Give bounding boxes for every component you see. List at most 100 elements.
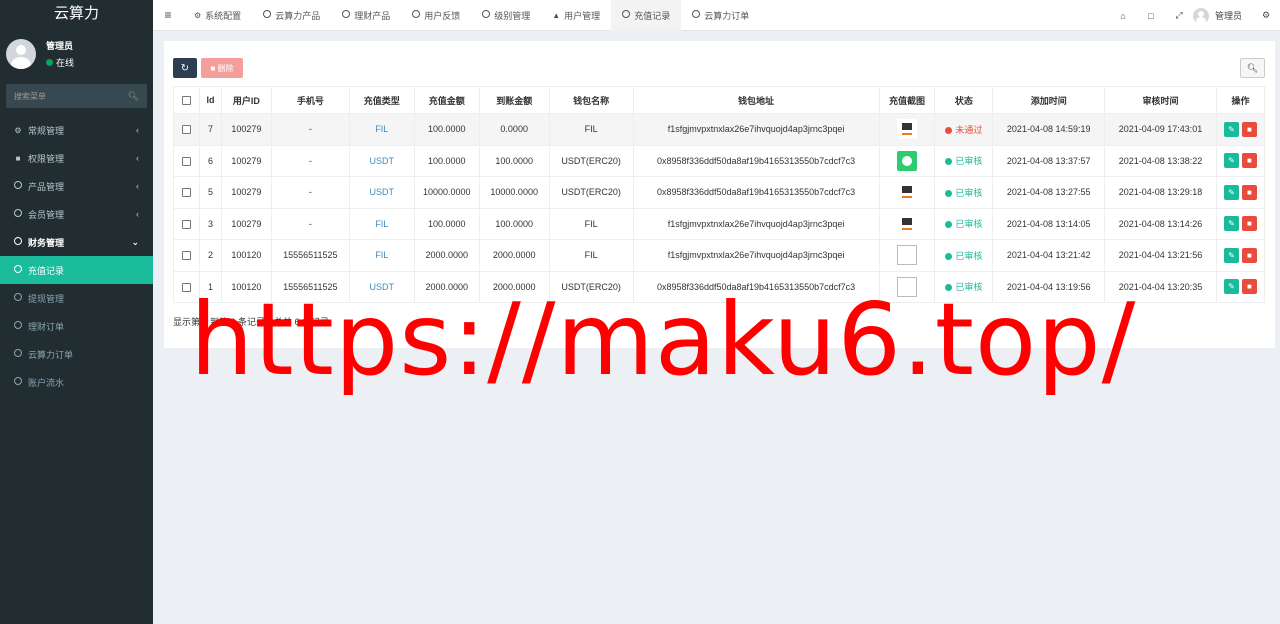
screenshot-thumbnail[interactable] <box>896 245 917 266</box>
col-type[interactable]: 充值类型 <box>348 86 415 114</box>
cell-screenshot[interactable] <box>878 176 936 209</box>
col-reviewed[interactable]: 审核时间 <box>1104 86 1217 114</box>
sidebar-item-auth[interactable]: ■ 权限管理 ‹ <box>0 144 153 172</box>
avatar[interactable] <box>1192 7 1209 24</box>
screenshot-thumbnail[interactable] <box>896 182 917 203</box>
admin-name[interactable]: 管理员 <box>1215 9 1242 22</box>
app-brand[interactable]: 云算力 <box>0 0 153 30</box>
col-wallet[interactable]: 钱包名称 <box>548 86 634 114</box>
tab-feedback[interactable]: 用户反馈 <box>401 0 471 31</box>
col-address[interactable]: 钱包地址 <box>632 86 880 114</box>
edit-button[interactable]: ✎ <box>1223 247 1239 263</box>
cell-screenshot[interactable] <box>878 207 936 240</box>
edit-button[interactable]: ✎ <box>1223 121 1239 137</box>
user-icon: ▲ <box>552 10 561 20</box>
trash-icon[interactable]: □ <box>1137 11 1165 21</box>
cell-type-link[interactable]: FIL <box>348 207 415 240</box>
delete-row-button[interactable]: ■ <box>1241 279 1257 295</box>
cell-status: 已审核 <box>934 144 994 177</box>
settings-icon[interactable]: ⚙ <box>1252 10 1280 21</box>
col-amount[interactable]: 充值金额 <box>413 86 480 114</box>
col-screenshot[interactable]: 充值截图 <box>878 86 936 114</box>
col-user-id[interactable]: 用户ID <box>220 86 272 114</box>
delete-row-button[interactable]: ■ <box>1241 216 1257 232</box>
row-checkbox[interactable] <box>173 239 200 272</box>
row-checkbox[interactable] <box>173 207 200 240</box>
sidebar-item-cloud-orders[interactable]: 云算力订单 <box>0 340 153 368</box>
col-received[interactable]: 到账金额 <box>478 86 550 114</box>
home-icon[interactable]: ⌂ <box>1109 11 1137 21</box>
col-phone[interactable]: 手机号 <box>270 86 350 114</box>
tab-cloud-products[interactable]: 云算力产品 <box>252 0 331 31</box>
table-row[interactable]: 2 100120 15556511525 FIL 2000.0000 2000.0000 F… <box>173 239 1266 272</box>
circle-icon <box>412 10 421 18</box>
tab-finance-products[interactable]: 理财产品 <box>331 0 401 31</box>
col-status[interactable]: 状态 <box>934 86 994 114</box>
edit-button[interactable]: ✎ <box>1223 153 1239 169</box>
cell-added: 2021-04-08 14:59:19 <box>992 113 1106 146</box>
cell-type-link[interactable]: FIL <box>348 239 415 272</box>
tab-label: 用户反馈 <box>424 10 461 21</box>
row-checkbox[interactable] <box>173 144 200 177</box>
cell-screenshot[interactable] <box>878 144 936 177</box>
edit-button[interactable]: ✎ <box>1223 184 1239 200</box>
delete-row-button[interactable]: ■ <box>1241 184 1257 200</box>
cell-screenshot[interactable] <box>878 239 936 272</box>
cell-actions: ✎ ■ <box>1215 113 1266 146</box>
tab-levels[interactable]: 级别管理 <box>471 0 541 31</box>
tab-cloud-orders[interactable]: 云算力订单 <box>681 0 760 31</box>
screenshot-thumbnail[interactable] <box>896 213 917 234</box>
cell-phone: - <box>270 176 350 209</box>
tab-users[interactable]: ▲ 用户管理 <box>541 0 611 31</box>
sidebar-item-withdrawals[interactable]: 提现管理 <box>0 284 153 312</box>
status-dot-icon <box>945 126 953 134</box>
delete-row-button[interactable]: ■ <box>1241 121 1257 137</box>
cell-actions: ✎ ■ <box>1215 270 1266 303</box>
edit-button[interactable]: ✎ <box>1223 216 1239 232</box>
online-dot-icon <box>46 59 53 66</box>
table-row[interactable]: 5 100279- USDT 10000.0000 10000.0000 USDT(ERC… <box>173 176 1266 209</box>
chevron-down-icon: ⌄ <box>131 236 139 247</box>
refresh-button[interactable]: ↻ <box>173 58 197 78</box>
sidebar-item-finance[interactable]: 财务管理 ⌄ <box>0 228 153 256</box>
cell-type-link[interactable]: USDT <box>348 176 415 209</box>
sidebar-item-account-flow[interactable]: 账户流水 <box>0 368 153 396</box>
cell-added: 2021-04-08 13:27:55 <box>992 176 1106 209</box>
table-row[interactable]: 7 100279- FIL 100.0000 0.0000 FIL f1sfgjmvpxtn… <box>173 113 1266 146</box>
col-added[interactable]: 添加时间 <box>992 86 1106 114</box>
cell-type-link[interactable]: USDT <box>348 144 415 177</box>
tab-recharge-records[interactable]: 充值记录 <box>611 0 682 31</box>
cell-amount: 2000.0000 <box>413 239 480 272</box>
col-id[interactable]: Id <box>198 86 222 114</box>
cell-received: 100.0000 <box>478 207 550 240</box>
menu-toggle-icon[interactable]: ≡ <box>153 8 183 22</box>
cell-wallet: FIL <box>548 239 634 272</box>
search-toggle-button[interactable]: 🔍︎ <box>1240 58 1265 78</box>
table-row[interactable]: 3 100279- FIL 100.0000 100.0000 FIL f1sfgjmvpx… <box>173 207 1266 240</box>
row-checkbox[interactable] <box>173 176 200 209</box>
tab-system-config[interactable]: ⚙ 系统配置 <box>183 0 252 31</box>
sidebar-item-members[interactable]: 会员管理 ‹ <box>0 200 153 228</box>
sidebar-item-finance-orders[interactable]: 理财订单 <box>0 312 153 340</box>
screenshot-thumbnail[interactable] <box>896 150 917 171</box>
status-dot-icon <box>945 189 953 197</box>
sidebar-item-general[interactable]: ⚙ 常规管理 ‹ <box>0 116 153 144</box>
table-row[interactable]: 6 100279- USDT 100.0000 100.0000 USDT(ERC20) 0… <box>173 144 1266 177</box>
row-checkbox[interactable] <box>173 113 200 146</box>
tab-bar: ⚙ 系统配置 云算力产品 理财产品 用户反馈 级别管理 ▲ 用户管理 充值记录 云算… <box>183 0 760 31</box>
select-all-checkbox[interactable] <box>173 86 200 114</box>
cell-screenshot[interactable] <box>878 113 936 146</box>
cell-amount: 100.0000 <box>413 113 480 146</box>
search-icon: 🔍︎ <box>1246 62 1259 73</box>
delete-row-button[interactable]: ■ <box>1241 153 1257 169</box>
edit-button[interactable]: ✎ <box>1223 279 1239 295</box>
screenshot-thumbnail[interactable] <box>896 119 917 140</box>
sidebar-item-products[interactable]: 产品管理 ‹ <box>0 172 153 200</box>
sidebar-item-recharge-records[interactable]: 充值记录 <box>0 256 153 284</box>
fullscreen-icon[interactable]: ⤢ <box>1165 10 1193 21</box>
menu-search-input[interactable]: 搜索菜单 🔍︎ <box>6 84 147 108</box>
delete-button[interactable]: ■ 删除 <box>201 58 243 78</box>
search-icon[interactable]: 🔍︎ <box>128 91 139 102</box>
cell-type-link[interactable]: FIL <box>348 113 415 146</box>
delete-row-button[interactable]: ■ <box>1241 247 1257 263</box>
